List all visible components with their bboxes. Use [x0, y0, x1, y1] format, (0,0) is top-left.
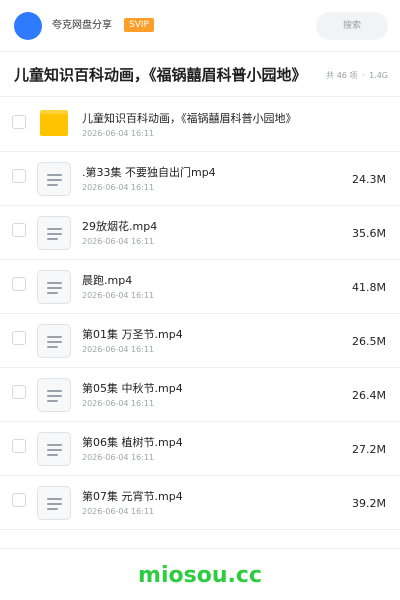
- row-checkbox[interactable]: [12, 331, 26, 345]
- file-name: 第01集 万圣节.mp4: [82, 328, 183, 341]
- file-size: 39.2M: [352, 497, 386, 510]
- file-icon: [37, 216, 71, 250]
- file-name: 儿童知识百科动画，《福锅囍眉科普小园地》: [82, 112, 297, 125]
- avatar[interactable]: [14, 12, 42, 40]
- file-date: 2026-06-04 16:11: [82, 399, 155, 408]
- file-row[interactable]: 晨跑.mp4 2026-06-04 16:11 41.8M: [0, 260, 400, 314]
- file-row[interactable]: 第06集 植树节.mp4 2026-06-04 16:11 27.2M: [0, 422, 400, 476]
- file-size: 26.4M: [352, 389, 386, 402]
- file-row[interactable]: 29放烟花.mp4 2026-06-04 16:11 35.6M: [0, 206, 400, 260]
- file-row[interactable]: 第01集 万圣节.mp4 2026-06-04 16:11 26.5M: [0, 314, 400, 368]
- meta-separator: ·: [361, 71, 365, 80]
- row-checkbox[interactable]: [12, 385, 26, 399]
- watermark-text: miosou.cc: [138, 563, 262, 588]
- item-count: 共 46 项: [326, 71, 358, 80]
- file-name: 第06集 植树节.mp4: [82, 436, 183, 449]
- row-checkbox[interactable]: [12, 277, 26, 291]
- search-placeholder: 搜索: [342, 21, 361, 31]
- search-input[interactable]: 搜索: [316, 12, 388, 40]
- file-name: 第07集 元宵节.mp4: [82, 490, 183, 503]
- folder-icon: [37, 108, 71, 142]
- file-date: 2026-06-04 16:11: [82, 345, 155, 354]
- file-name: 晨跑.mp4: [82, 274, 133, 287]
- file-icon: [37, 270, 71, 304]
- share-meta: 共 46 项 · 1.4G: [324, 70, 388, 82]
- row-checkbox[interactable]: [12, 493, 26, 507]
- file-size: 26.5M: [352, 335, 386, 348]
- share-header: 夸克网盘分享 SVIP 搜索: [0, 0, 400, 52]
- watermark-footer: miosou.cc: [0, 548, 400, 600]
- page-title: 儿童知识百科动画，《福锅囍眉科普小园地》: [14, 66, 307, 84]
- owner-name: 夸克网盘分享: [52, 20, 112, 31]
- file-name: .第33集 不要独自出门mp4: [82, 166, 216, 179]
- file-row[interactable]: 第07集 元宵节.mp4 2026-06-04 16:11 39.2M: [0, 476, 400, 530]
- total-size: 1.4G: [369, 71, 388, 80]
- file-name: 第05集 中秋节.mp4: [82, 382, 183, 395]
- file-size: 35.6M: [352, 227, 386, 240]
- row-checkbox[interactable]: [12, 223, 26, 237]
- file-date: 2026-06-04 16:11: [82, 291, 155, 300]
- file-icon: [37, 432, 71, 466]
- file-list: 儿童知识百科动画，《福锅囍眉科普小园地》 2026-06-04 16:11 .第…: [0, 98, 400, 530]
- file-row[interactable]: 第05集 中秋节.mp4 2026-06-04 16:11 26.4M: [0, 368, 400, 422]
- svip-badge: SVIP: [124, 18, 154, 32]
- folder-row[interactable]: 儿童知识百科动画，《福锅囍眉科普小园地》 2026-06-04 16:11: [0, 98, 400, 152]
- row-checkbox[interactable]: [12, 169, 26, 183]
- file-date: 2026-06-04 16:11: [82, 507, 155, 516]
- file-size: 41.8M: [352, 281, 386, 294]
- file-icon: [37, 324, 71, 358]
- file-date: 2026-06-04 16:11: [82, 453, 155, 462]
- file-icon: [37, 486, 71, 520]
- file-icon: [37, 378, 71, 412]
- file-date: 2026-06-04 16:11: [82, 183, 155, 192]
- file-row[interactable]: .第33集 不要独自出门mp4 2026-06-04 16:11 24.3M: [0, 152, 400, 206]
- file-name: 29放烟花.mp4: [82, 220, 158, 233]
- file-icon: [37, 162, 71, 196]
- file-size: 27.2M: [352, 443, 386, 456]
- row-checkbox[interactable]: [12, 115, 26, 129]
- share-title-bar: 儿童知识百科动画，《福锅囍眉科普小园地》 共 46 项 · 1.4G: [0, 53, 400, 97]
- file-date: 2026-06-04 16:11: [82, 237, 155, 246]
- file-date: 2026-06-04 16:11: [82, 129, 155, 138]
- file-size: 24.3M: [352, 173, 386, 186]
- row-checkbox[interactable]: [12, 439, 26, 453]
